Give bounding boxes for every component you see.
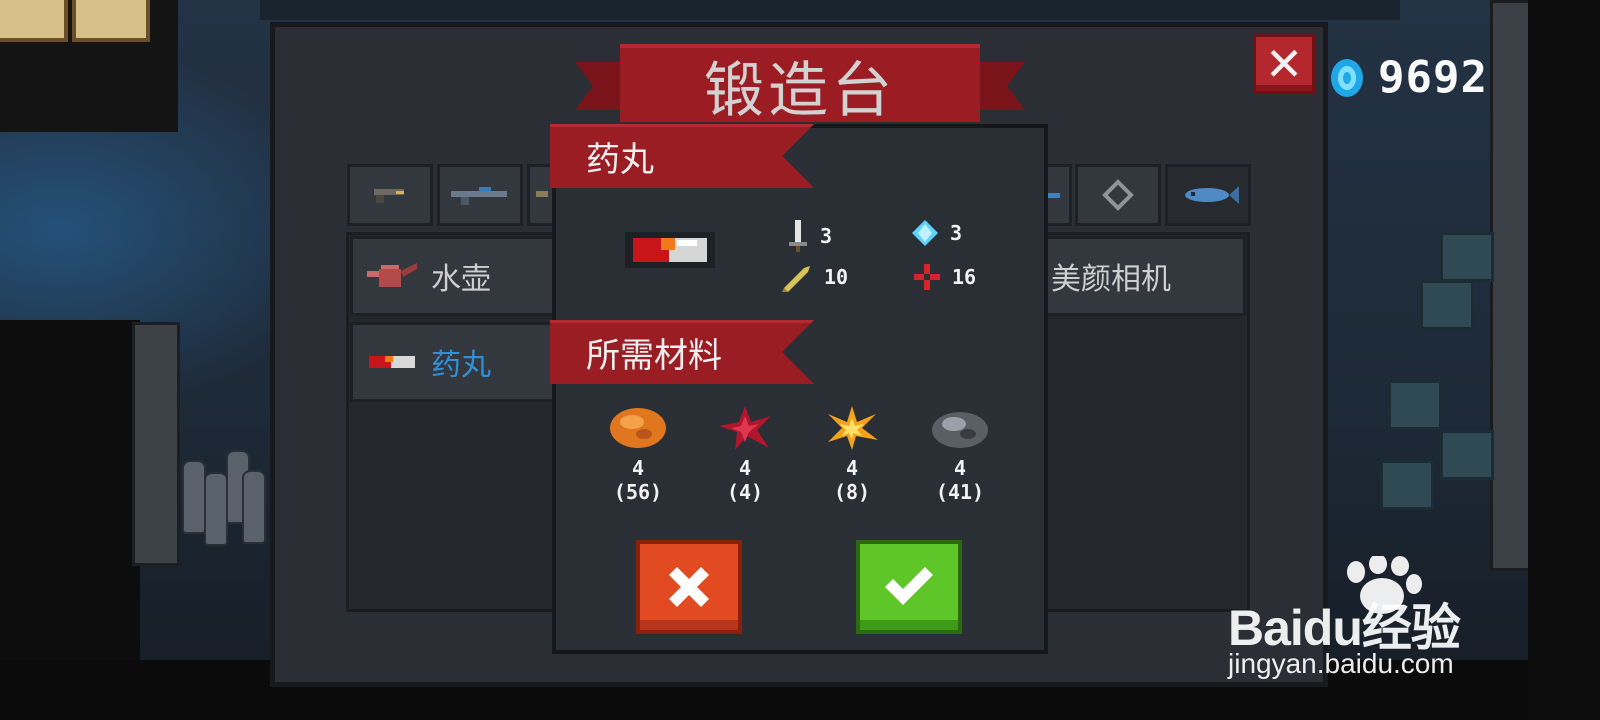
material-spark: 4 (8) (804, 404, 900, 504)
material-owned: (8) (833, 480, 871, 504)
material-required: 4 (845, 456, 859, 480)
list-item-label: 水壶 (431, 262, 491, 297)
wall-painting (72, 0, 150, 42)
stat-crit: 16 (912, 262, 976, 292)
pistol-icon (374, 189, 404, 203)
list-item-label: 美颜相机 (1051, 262, 1171, 297)
gas-tanks (178, 410, 266, 550)
checkmark-icon (885, 567, 933, 605)
item-title: 药丸 (586, 139, 654, 180)
background-wall (260, 0, 1400, 20)
materials-ribbon: 所需材料 (550, 320, 814, 384)
background-wall (1528, 0, 1600, 720)
sword-icon (789, 220, 807, 252)
stat-value: 3 (950, 221, 963, 245)
material-required: 4 (738, 456, 752, 480)
bullet-icon (782, 266, 810, 292)
gem-count: 9692 (1378, 52, 1488, 103)
item-title-ribbon: 药丸 (550, 124, 814, 188)
stat-value: 16 (952, 265, 977, 289)
page-title: 锻造台 (704, 55, 896, 126)
diamond-icon (912, 220, 938, 246)
watermark-url: jingyan.baidu.com (1228, 648, 1454, 679)
material-required: 4 (953, 456, 967, 480)
list-item-pill[interactable]: 药丸 (350, 322, 560, 402)
crosshair-icon (1102, 179, 1134, 211)
crate (1380, 460, 1434, 510)
material-red-leaf: 4 (4) (697, 404, 793, 504)
tab-crosshair[interactable] (1075, 164, 1161, 226)
stat-damage: 3 (786, 218, 832, 254)
stat-speed: 10 (780, 262, 848, 292)
baidu-watermark: Baidu经验 jingyan.baidu.com (1228, 556, 1528, 686)
tab-fish[interactable] (1165, 164, 1251, 226)
list-item-watering-can[interactable]: 水壶 (350, 236, 560, 316)
iron-ore-icon (932, 412, 988, 448)
spark-icon (828, 406, 878, 450)
cancel-button[interactable] (636, 540, 742, 634)
background-pillar (132, 322, 180, 566)
stat-energy: 3 (910, 218, 962, 248)
material-required: 4 (631, 456, 645, 480)
wall-painting (0, 0, 68, 42)
crate (1440, 430, 1494, 480)
confirm-button[interactable] (856, 540, 962, 634)
material-owned: (41) (935, 480, 985, 504)
blue-gem-icon (1331, 59, 1363, 97)
pill-icon (369, 356, 415, 368)
tab-pistol[interactable] (347, 164, 433, 226)
material-iron-ore: 4 (41) (912, 404, 1008, 504)
gun-icon (536, 191, 548, 197)
tab-rifle[interactable] (437, 164, 523, 226)
crosshair-icon (914, 264, 940, 290)
crate (1440, 232, 1494, 282)
title-banner: 锻造台 (575, 44, 1025, 126)
fish-icon (1185, 186, 1239, 204)
stat-value: 3 (820, 224, 833, 248)
watering-can-icon (367, 263, 417, 287)
materials-title: 所需材料 (586, 335, 722, 376)
red-leaf-icon (719, 406, 771, 450)
stat-value: 10 (824, 265, 849, 289)
material-owned: (4) (726, 480, 764, 504)
material-owned: (56) (613, 480, 663, 504)
crate (1420, 280, 1474, 330)
pill-icon (625, 232, 715, 268)
close-button[interactable]: ✕ (1253, 34, 1315, 94)
list-item-camera[interactable]: 美颜相机 (1030, 236, 1246, 316)
material-ore: 4 (56) (590, 404, 686, 504)
craft-dialog (552, 124, 1048, 654)
cancel-icon (669, 567, 709, 607)
close-icon: ✕ (1264, 37, 1304, 91)
ore-icon (610, 408, 666, 448)
rifle-icon (451, 187, 507, 205)
list-item-label: 药丸 (431, 348, 491, 383)
crate (1388, 380, 1442, 430)
